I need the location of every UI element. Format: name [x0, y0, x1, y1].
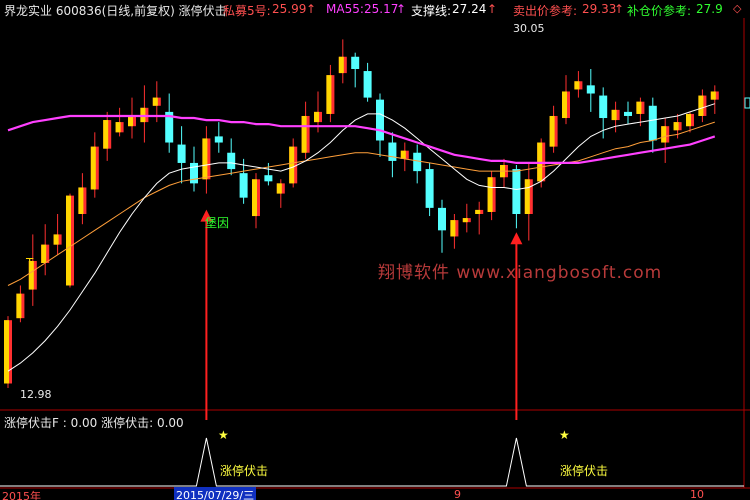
signal-star-2: ★ — [559, 428, 570, 442]
candle-body-up-fill — [636, 101, 642, 114]
candle-body-up-fill — [152, 97, 158, 106]
signal-arrow-head — [510, 232, 523, 245]
candle-body-up-fill — [574, 81, 580, 90]
candle-body-up-fill — [78, 187, 84, 214]
candle-body-down — [351, 56, 360, 70]
candle-body-up-fill — [314, 111, 319, 123]
high-price-label: 30.05 — [513, 22, 545, 35]
candle-body-down — [438, 207, 446, 231]
candle-body-up-fill — [202, 138, 208, 180]
candle-body-up-fill — [276, 183, 282, 194]
candle-body-down — [648, 105, 657, 141]
candle-body-up-fill — [710, 91, 716, 100]
candle-body-up-fill — [611, 109, 617, 121]
candle-body-up-fill — [562, 91, 567, 119]
candle-body-up-fill — [66, 195, 71, 286]
candle-body-up-fill — [661, 126, 667, 143]
candle-body-down — [264, 175, 273, 182]
candle-body-down — [214, 136, 223, 143]
sub-indicator-title: 涨停伏击F : 0.00 涨停伏击: 0.00 — [4, 416, 184, 430]
candle-body-up-fill — [90, 146, 96, 190]
candle-body-down — [227, 152, 236, 170]
candle-body-up-fill — [686, 113, 691, 127]
candle-body-up-fill — [53, 234, 59, 245]
candle-body-up-fill — [16, 293, 22, 319]
candle-body-up-fill — [400, 150, 406, 159]
candle-body-up-fill — [41, 244, 47, 264]
candle-body-up-fill — [475, 209, 481, 214]
stock-chart-window: 界龙实业 600836(日线,前复权) 涨停伏击 私募5号: 25.99 ↑ M… — [0, 0, 750, 500]
sub-signal-text-2: 涨停伏击 — [560, 464, 609, 478]
candle-body-up-fill — [698, 95, 704, 116]
candle-body-up-fill — [289, 146, 295, 184]
candle-body-up-fill — [487, 177, 493, 212]
candle-body-up-fill — [673, 122, 679, 131]
candle-body-down — [190, 162, 198, 184]
candle-body-up-fill — [252, 179, 257, 217]
sub-signal-text-1: 涨停伏击 — [220, 464, 269, 478]
candle-body-down — [363, 71, 372, 98]
watermark: 翔博软件 www.xiangbosoft.com — [378, 263, 663, 283]
candle-body-up-fill — [115, 122, 121, 133]
candle-body-down — [624, 111, 632, 116]
candle-body-down — [586, 85, 595, 94]
date-label-cursor[interactable]: 2015/07/29/三 — [174, 487, 257, 500]
signal-star-1: ★ — [218, 428, 229, 442]
candle-body-up-fill — [103, 120, 109, 149]
candle-body-up-fill — [128, 115, 133, 127]
date-label-sep: 9 — [454, 488, 461, 500]
low-price-label: 12.98 — [20, 388, 52, 401]
candle-body-up-fill — [326, 75, 332, 114]
candle-body-down — [599, 95, 608, 119]
candle-body-up-fill — [462, 218, 468, 223]
date-label-oct: 10 — [690, 488, 704, 500]
ma-white-line — [7, 103, 715, 372]
candle-body-down — [177, 144, 186, 163]
t-marker: T — [26, 256, 34, 270]
signal-label: 堡因 — [205, 216, 230, 230]
candle-body-up-fill — [4, 320, 9, 384]
candle-body-up-fill — [524, 179, 530, 214]
candle-body-up-fill — [450, 220, 456, 237]
candle-body-down — [376, 99, 384, 141]
sub-signal-line — [0, 437, 744, 487]
candle-body-down — [425, 169, 434, 208]
date-label-year: 2015年 — [2, 490, 41, 500]
candle-body-down — [388, 142, 397, 161]
candle-body-up-fill — [549, 115, 555, 147]
candle-body-down — [413, 152, 422, 172]
candle-body-up-fill — [301, 115, 307, 153]
candle-body-down — [512, 169, 521, 214]
ma-magenta-line — [7, 114, 716, 164]
candle-body-up-fill — [338, 56, 344, 74]
candle-body-down — [239, 173, 248, 198]
